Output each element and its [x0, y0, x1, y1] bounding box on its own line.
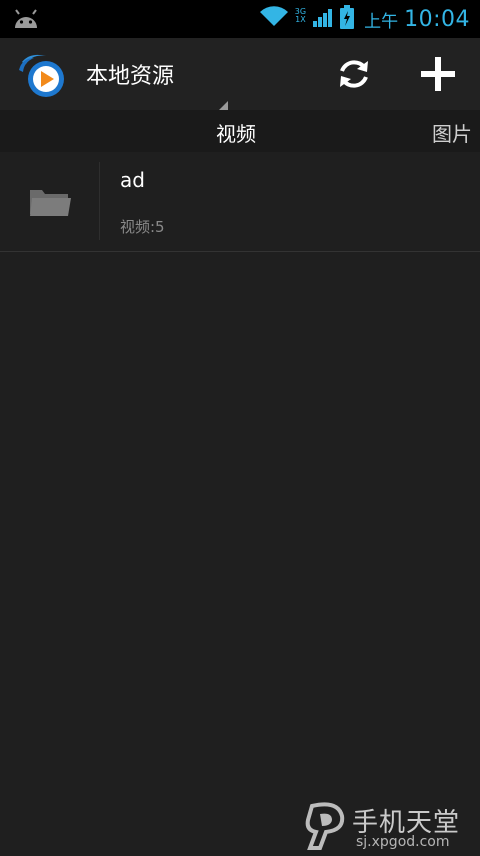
android-debug-icon — [12, 8, 40, 34]
folder-icon — [28, 186, 72, 218]
clock-time: 10:04 — [404, 7, 470, 32]
folder-video-count: 视频:5 — [120, 216, 165, 237]
wifi-icon — [259, 6, 289, 32]
watermark: 手机天堂 sj.xpgod.com — [298, 800, 478, 852]
signal-icon — [312, 6, 334, 32]
folder-list: ad 视频:5 — [0, 152, 480, 252]
folder-name: ad — [120, 168, 145, 192]
status-icons: 3G 1X 上午 10:04 — [259, 0, 470, 38]
page-title[interactable]: 本地资源 — [86, 58, 174, 90]
add-button[interactable] — [412, 52, 464, 96]
tab-video[interactable]: 视频 — [216, 118, 256, 147]
network-type-label: 3G 1X — [295, 11, 306, 27]
tab-bar: 视频 图片 — [0, 110, 480, 152]
watermark-logo-icon — [298, 800, 352, 852]
app-logo-icon[interactable] — [16, 50, 70, 100]
tab-image[interactable]: 图片 — [432, 118, 472, 147]
action-bar: 本地资源 — [0, 38, 480, 110]
status-bar: 3G 1X 上午 10:04 — [0, 0, 480, 38]
watermark-url: sj.xpgod.com — [356, 834, 450, 850]
refresh-icon — [335, 55, 373, 93]
folder-row[interactable]: ad 视频:5 — [0, 152, 480, 252]
plus-icon — [420, 56, 456, 92]
battery-charging-icon — [340, 5, 354, 33]
row-divider — [99, 162, 100, 240]
refresh-button[interactable] — [330, 52, 378, 96]
dropdown-indicator-icon — [218, 96, 228, 106]
clock-ampm: 上午 — [364, 7, 398, 32]
